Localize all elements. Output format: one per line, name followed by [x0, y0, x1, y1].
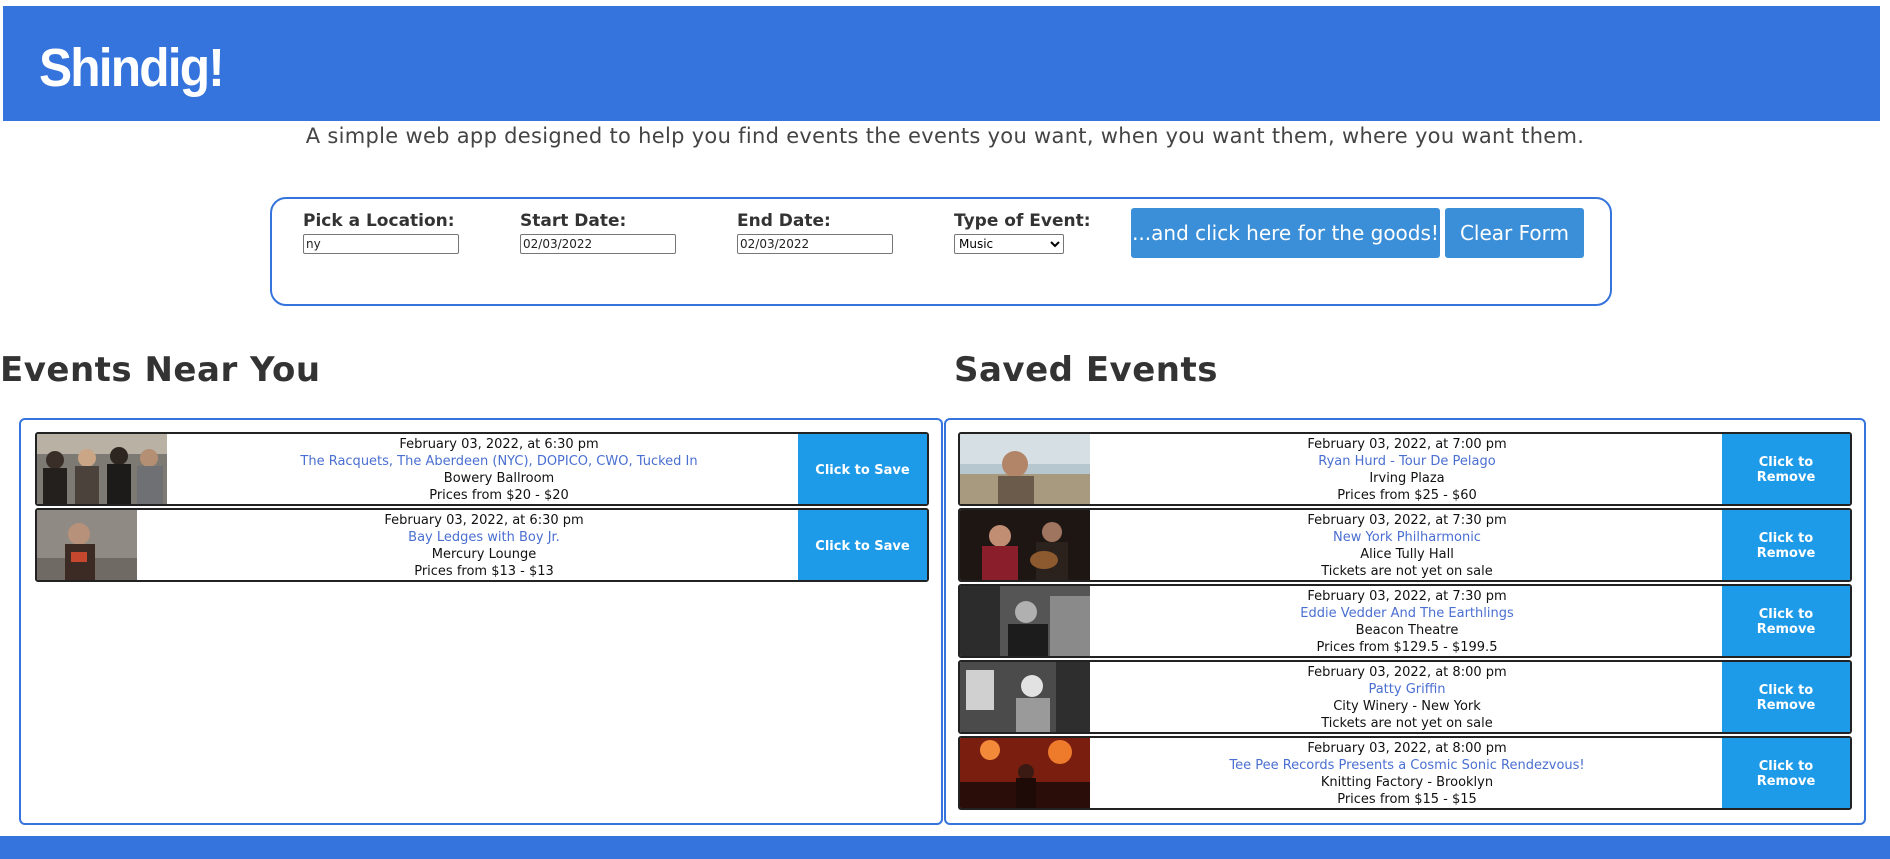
- event-name-link[interactable]: New York Philharmonic: [1090, 529, 1724, 546]
- search-submit-button[interactable]: ...and click here for the goods!: [1131, 208, 1440, 258]
- event-venue: Irving Plaza: [1369, 471, 1445, 486]
- event-price: Prices from $25 - $60: [1337, 488, 1477, 503]
- event-info: February 03, 2022, at 8:00 pm Tee Pee Re…: [1090, 740, 1724, 808]
- end-date-field: End Date:: [737, 211, 893, 254]
- event-type-label: Type of Event:: [954, 211, 1091, 231]
- remove-event-button[interactable]: Click to Remove: [1722, 586, 1850, 656]
- saved-event-card: February 03, 2022, at 7:00 pm Ryan Hurd …: [958, 432, 1852, 506]
- events-near-title: Events Near You: [0, 350, 321, 390]
- event-price: Tickets are not yet on sale: [1321, 564, 1493, 579]
- event-info: February 03, 2022, at 6:30 pm Bay Ledges…: [137, 512, 831, 580]
- event-price: Prices from $15 - $15: [1337, 792, 1477, 807]
- event-date: February 03, 2022, at 6:30 pm: [384, 513, 584, 528]
- event-image: [960, 510, 1090, 580]
- event-price: Prices from $20 - $20: [429, 488, 569, 503]
- start-date-label: Start Date:: [520, 211, 627, 231]
- remove-event-button[interactable]: Click to Remove: [1722, 510, 1850, 580]
- event-name-link[interactable]: Ryan Hurd - Tour De Pelago: [1090, 453, 1724, 470]
- event-info: February 03, 2022, at 7:00 pm Ryan Hurd …: [1090, 436, 1724, 504]
- remove-event-button[interactable]: Click to Remove: [1722, 434, 1850, 504]
- event-type-select[interactable]: Music: [954, 234, 1064, 254]
- event-venue: City Winery - New York: [1333, 699, 1481, 714]
- site-footer: [0, 836, 1890, 859]
- event-card: February 03, 2022, at 6:30 pm Bay Ledges…: [35, 508, 929, 582]
- event-date: February 03, 2022, at 6:30 pm: [399, 437, 599, 452]
- saved-event-card: February 03, 2022, at 7:30 pm New York P…: [958, 508, 1852, 582]
- end-date-label: End Date:: [737, 211, 831, 231]
- event-venue: Beacon Theatre: [1355, 623, 1459, 638]
- clear-form-button[interactable]: Clear Form: [1445, 208, 1584, 258]
- event-image: [960, 738, 1090, 808]
- remove-event-button[interactable]: Click to Remove: [1722, 738, 1850, 808]
- event-info: February 03, 2022, at 6:30 pm The Racque…: [167, 436, 831, 504]
- event-price: Prices from $129.5 - $199.5: [1316, 640, 1498, 655]
- event-type-field: Type of Event: Music: [954, 211, 1091, 254]
- event-date: February 03, 2022, at 7:30 pm: [1307, 513, 1507, 528]
- saved-events-title: Saved Events: [954, 350, 1218, 390]
- saved-event-card: February 03, 2022, at 8:00 pm Tee Pee Re…: [958, 736, 1852, 810]
- start-date-input[interactable]: [520, 234, 676, 254]
- save-event-button[interactable]: Click to Save: [798, 510, 927, 580]
- event-name-link[interactable]: The Racquets, The Aberdeen (NYC), DOPICO…: [167, 453, 831, 470]
- event-info: February 03, 2022, at 7:30 pm New York P…: [1090, 512, 1724, 580]
- saved-event-card: February 03, 2022, at 7:30 pm Eddie Vedd…: [958, 584, 1852, 658]
- event-venue: Bowery Ballroom: [443, 471, 555, 486]
- remove-event-button[interactable]: Click to Remove: [1722, 662, 1850, 732]
- events-near-panel: February 03, 2022, at 6:30 pm The Racque…: [19, 418, 943, 825]
- location-input[interactable]: [303, 234, 459, 254]
- event-date: February 03, 2022, at 8:00 pm: [1307, 741, 1507, 756]
- location-label: Pick a Location:: [303, 211, 455, 231]
- event-image: [960, 662, 1090, 732]
- event-venue: Knitting Factory - Brooklyn: [1320, 775, 1494, 790]
- event-venue: Mercury Lounge: [431, 547, 537, 562]
- event-image: [960, 586, 1090, 656]
- saved-event-card: February 03, 2022, at 8:00 pm Patty Grif…: [958, 660, 1852, 734]
- event-name-link[interactable]: Bay Ledges with Boy Jr.: [137, 529, 831, 546]
- event-date: February 03, 2022, at 8:00 pm: [1307, 665, 1507, 680]
- event-price: Tickets are not yet on sale: [1321, 716, 1493, 731]
- event-card: February 03, 2022, at 6:30 pm The Racque…: [35, 432, 929, 506]
- site-logo[interactable]: Shindig!: [39, 38, 225, 98]
- event-name-link[interactable]: Tee Pee Records Presents a Cosmic Sonic …: [1090, 757, 1724, 774]
- event-image: [960, 434, 1090, 504]
- site-header: Shindig!: [3, 6, 1880, 121]
- event-image: [37, 510, 137, 580]
- event-date: February 03, 2022, at 7:30 pm: [1307, 589, 1507, 604]
- saved-events-panel: February 03, 2022, at 7:00 pm Ryan Hurd …: [944, 418, 1866, 825]
- event-name-link[interactable]: Eddie Vedder And The Earthlings: [1090, 605, 1724, 622]
- event-name-link[interactable]: Patty Griffin: [1090, 681, 1724, 698]
- start-date-field: Start Date:: [520, 211, 676, 254]
- save-event-button[interactable]: Click to Save: [798, 434, 927, 504]
- event-image: [37, 434, 167, 504]
- search-form: Pick a Location: Start Date: End Date: T…: [270, 197, 1612, 306]
- event-info: February 03, 2022, at 7:30 pm Eddie Vedd…: [1090, 588, 1724, 656]
- event-info: February 03, 2022, at 8:00 pm Patty Grif…: [1090, 664, 1724, 732]
- tagline: A simple web app designed to help you fi…: [305, 124, 1585, 148]
- event-date: February 03, 2022, at 7:00 pm: [1307, 437, 1507, 452]
- event-venue: Alice Tully Hall: [1360, 547, 1454, 562]
- event-price: Prices from $13 - $13: [414, 564, 554, 579]
- end-date-input[interactable]: [737, 234, 893, 254]
- location-field: Pick a Location:: [303, 211, 459, 254]
